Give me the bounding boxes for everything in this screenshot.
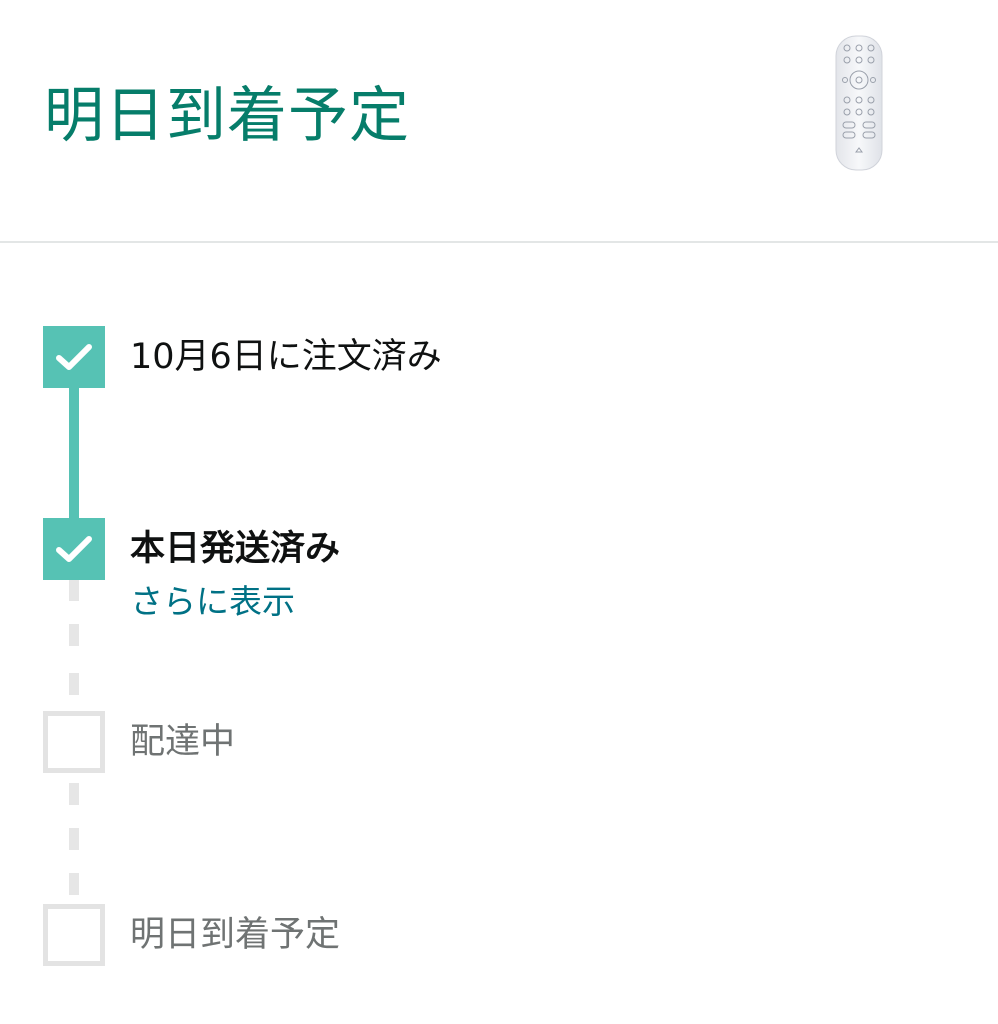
progress-line-pending (69, 828, 79, 850)
step-arriving-label: 明日到着予定 (130, 915, 341, 955)
step-ordered-label: 10月6日に注文済み (130, 337, 442, 377)
progress-line-pending (69, 673, 79, 695)
progress-line-pending (69, 873, 79, 895)
media-remote-image (835, 35, 883, 171)
step-out-for-delivery-checkbox (43, 711, 105, 773)
step-arriving-checkbox (43, 904, 105, 966)
step-ordered-checkbox (43, 326, 105, 388)
product-thumbnail[interactable] (832, 34, 886, 174)
step-shipped-label: 本日発送済み (130, 529, 341, 569)
progress-line-pending (69, 579, 79, 601)
delivery-estimate-title: 明日到着予定 (44, 81, 410, 151)
check-icon (56, 536, 92, 562)
step-shipped-checkbox (43, 518, 105, 580)
show-more-link[interactable]: さらに表示 (130, 581, 295, 623)
step-out-for-delivery-label: 配達中 (130, 722, 236, 762)
delivery-header: 明日到着予定 (0, 0, 998, 242)
shipment-progress-tracker: 10月6日に注文済み 本日発送済み さらに表示 配達中 明日到着予定 (0, 243, 998, 1024)
progress-line-pending (69, 624, 79, 646)
check-icon (56, 344, 92, 370)
progress-line-pending (69, 783, 79, 805)
